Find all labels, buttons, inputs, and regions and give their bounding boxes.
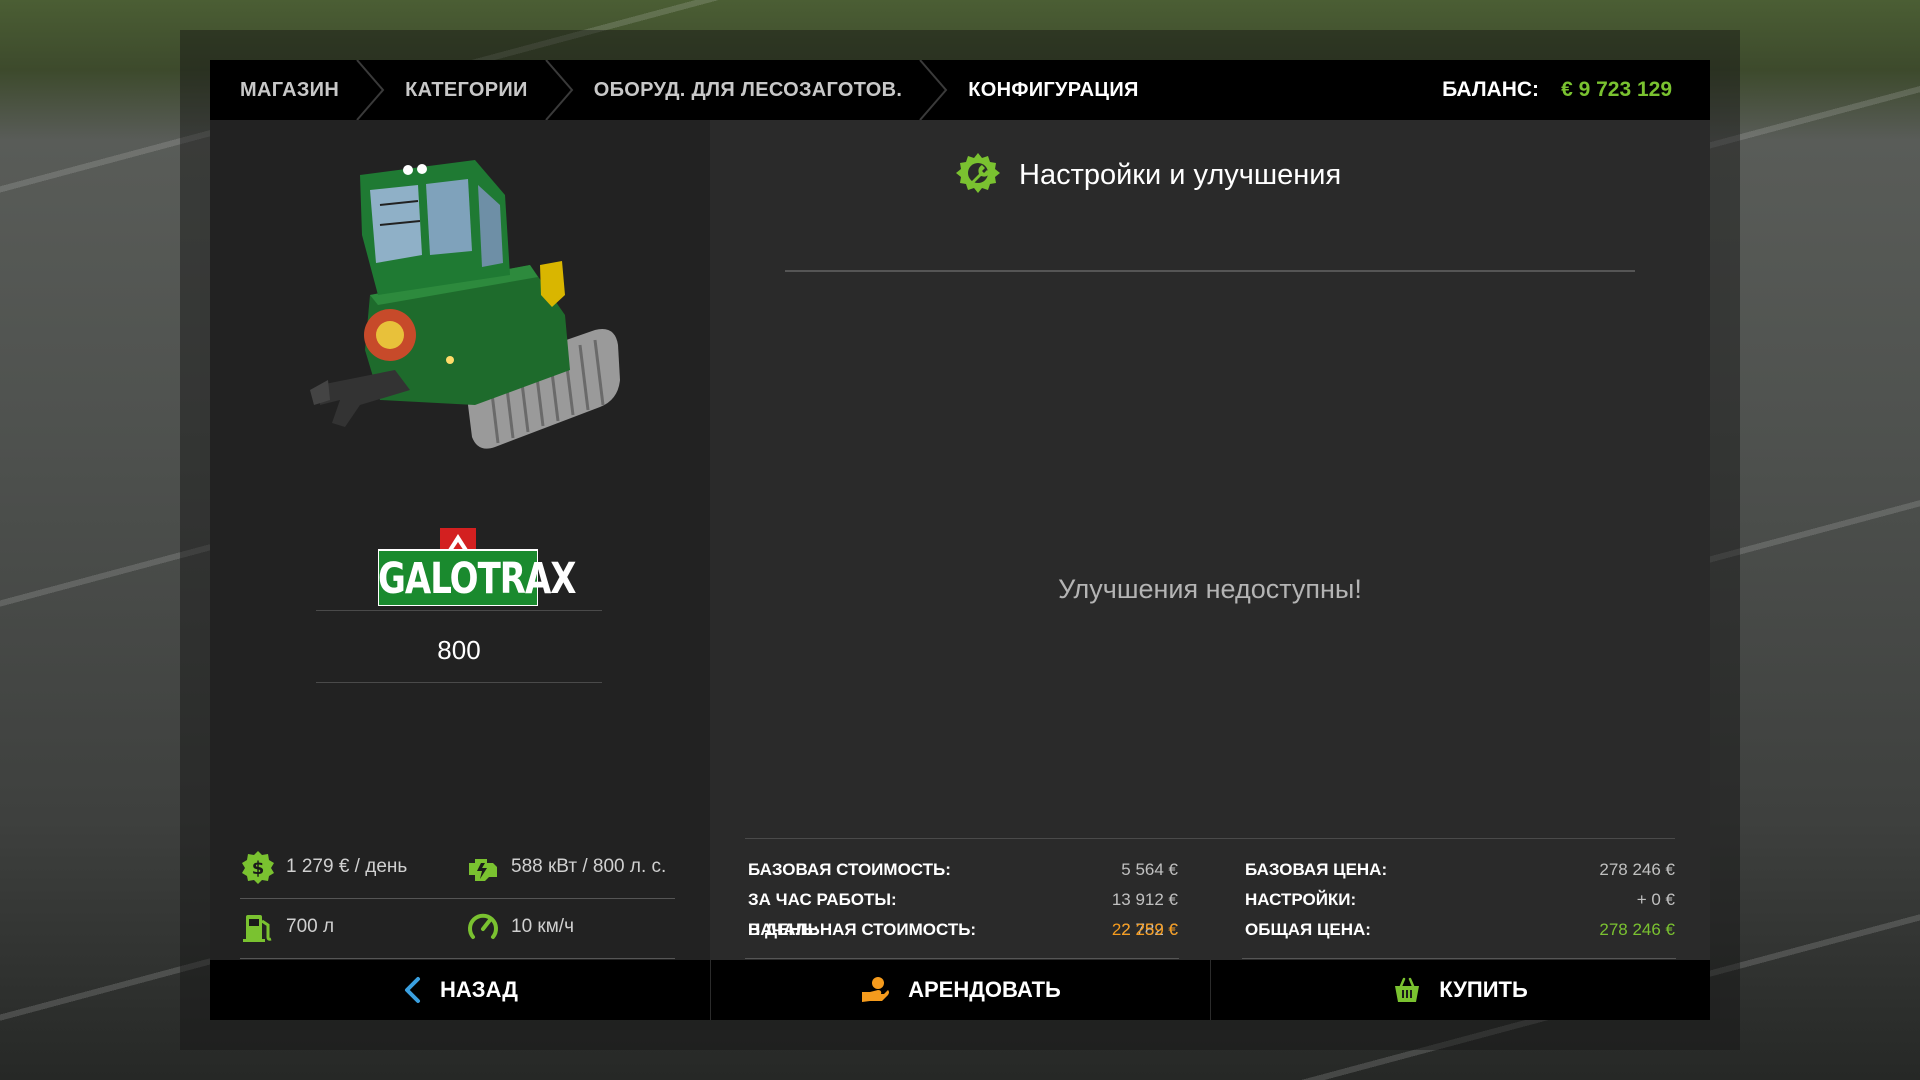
- purchase-base-price-value: 278 246 €: [1599, 860, 1675, 879]
- lease-button[interactable]: АРЕНДОВАТЬ: [710, 960, 1210, 1020]
- lease-button-label: АРЕНДОВАТЬ: [908, 977, 1061, 1002]
- speedometer-icon: [465, 909, 501, 945]
- engine-icon: [465, 849, 501, 885]
- model-bottom-rule: [316, 682, 602, 683]
- model-top-rule: [316, 610, 602, 611]
- configuration-pane: Настройки и улучшения Улучшения недоступ…: [710, 120, 1710, 960]
- brand-name: GALOTRAX: [378, 554, 576, 604]
- lease-per-hour-value: 13 912 €: [1111, 890, 1178, 909]
- balance-label: БАЛАНС:: [1442, 78, 1540, 101]
- vehicle-info-pane: GALOTRAX 800 $ 1 279 € / день 588 кВт / …: [210, 120, 710, 960]
- fuel-pump-icon: [240, 909, 276, 945]
- wrench-gear-icon: [955, 150, 1001, 201]
- stats-bottom-rule: [240, 958, 675, 959]
- upgrades-unavailable-message: Улучшения недоступны!: [1058, 574, 1362, 604]
- balance-value: € 9 723 129: [1561, 78, 1672, 101]
- top-bar: МАГАЗИН КАТЕГОРИИ ОБОРУД. ДЛЯ ЛЕСОЗАГОТО…: [210, 60, 1710, 120]
- purchase-base-price-label: БАЗОВАЯ ЦЕНА:: [1245, 860, 1388, 879]
- lease-per-hour-label: ЗА ЧАС РАБОТЫ:: [748, 890, 897, 909]
- chevron-left-icon: [402, 976, 422, 1004]
- stat-fuel: 700 л: [240, 909, 334, 945]
- stat-daily-cost-value: 1 279 € / день: [286, 856, 408, 877]
- lease-hand-icon: [860, 976, 890, 1004]
- configuration-title: Настройки и улучшения: [1019, 159, 1342, 191]
- svg-text:$: $: [252, 858, 265, 879]
- stat-power: 588 кВт / 800 л. с.: [465, 849, 666, 885]
- lease-total-rule: [745, 958, 1179, 959]
- shopping-basket-icon: [1393, 976, 1421, 1004]
- vehicle-image: [310, 160, 620, 449]
- buy-button[interactable]: КУПИТЬ: [1210, 960, 1710, 1020]
- lease-base-cost-label: БАЗОВАЯ СТОИМОСТЬ:: [748, 860, 951, 879]
- lease-base-cost-value: 5 564 €: [1121, 860, 1178, 879]
- purchase-options-row: НАСТРОЙКИ: + 0 €: [1245, 890, 1675, 910]
- breadcrumb-forestry[interactable]: ОБОРУД. ДЛЯ ЛЕСОЗАГОТОВ.: [594, 60, 903, 120]
- stat-speed: 10 км/ч: [465, 909, 574, 945]
- stat-fuel-value: 700 л: [286, 916, 335, 937]
- header-rule: [785, 270, 1635, 272]
- breadcrumb-separator-icon: [355, 60, 385, 120]
- configuration-header: Настройки и улучшения: [955, 150, 1341, 201]
- purchase-total-rule: [1242, 958, 1676, 959]
- shop-configuration-window: МАГАЗИН КАТЕГОРИИ ОБОРУД. ДЛЯ ЛЕСОЗАГОТО…: [210, 60, 1710, 1020]
- stat-speed-value: 10 км/ч: [511, 916, 574, 937]
- costs-top-rule: [745, 838, 1675, 839]
- breadcrumb-categories[interactable]: КАТЕГОРИИ: [405, 60, 528, 120]
- purchase-options-label: НАСТРОЙКИ:: [1245, 890, 1357, 909]
- stat-power-value: 588 кВт / 800 л. с.: [511, 856, 667, 877]
- purchase-base-price-row: БАЗОВАЯ ЦЕНА: 278 246 €: [1245, 860, 1675, 880]
- money-icon: $: [240, 849, 276, 885]
- lease-per-hour-row: ЗА ЧАС РАБОТЫ: 13 912 €: [748, 890, 1178, 910]
- breadcrumb-separator-icon: [544, 60, 574, 120]
- breadcrumb-shop[interactable]: МАГАЗИН: [240, 60, 339, 120]
- purchase-total-value: 278 246 €: [1599, 920, 1675, 939]
- lease-initial-label: НАЧАЛЬНАЯ СТОИМОСТЬ:: [748, 920, 977, 939]
- stat-daily-cost: $ 1 279 € / день: [240, 849, 407, 885]
- purchase-total-label: ОБЩАЯ ЦЕНА:: [1245, 920, 1371, 939]
- balance: БАЛАНС: € 9 723 129: [1442, 78, 1710, 102]
- stats-middle-rule: [240, 898, 675, 899]
- breadcrumb-configuration: КОНФИГУРАЦИЯ: [968, 78, 1139, 101]
- back-button[interactable]: НАЗАД: [210, 960, 710, 1020]
- breadcrumb-separator-icon: [918, 60, 948, 120]
- lease-initial-value: 22 259 €: [1111, 920, 1178, 939]
- purchase-options-value: + 0 €: [1636, 890, 1675, 909]
- lease-base-cost-row: БАЗОВАЯ СТОИМОСТЬ: 5 564 €: [748, 860, 1178, 880]
- action-bar: НАЗАД АРЕНДОВАТЬ КУПИТЬ: [210, 960, 1710, 1020]
- back-button-label: НАЗАД: [440, 977, 518, 1002]
- vehicle-model: 800: [437, 635, 481, 665]
- purchase-total-row: ОБЩАЯ ЦЕНА: 278 246 €: [1245, 920, 1675, 940]
- lease-initial-row: НАЧАЛЬНАЯ СТОИМОСТЬ: 22 259 €: [748, 920, 1178, 940]
- buy-button-label: КУПИТЬ: [1439, 977, 1528, 1002]
- breadcrumb: МАГАЗИН КАТЕГОРИИ ОБОРУД. ДЛЯ ЛЕСОЗАГОТО…: [210, 60, 1139, 120]
